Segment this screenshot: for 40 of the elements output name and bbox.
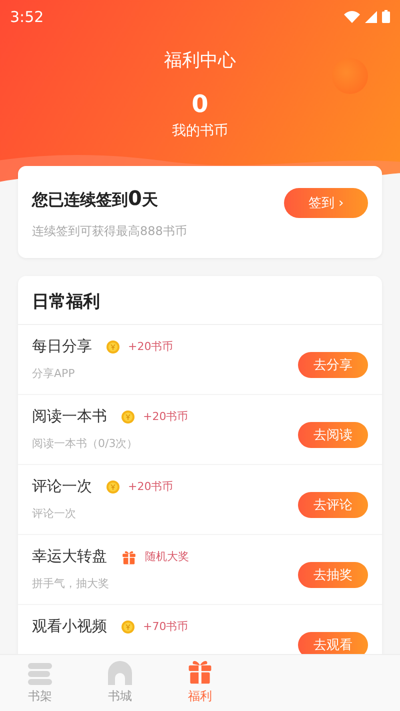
coin-icon (106, 480, 120, 494)
task-reward: +20书币 (143, 409, 188, 424)
coin-label: 我的书币 (172, 122, 228, 140)
page-title: 福利中心 (164, 49, 236, 72)
coin-balance: 0 (192, 90, 208, 118)
task-button[interactable]: 去阅读 (298, 422, 368, 448)
coin-icon (121, 410, 135, 424)
task-description: 阅读一本书（0/3次） (32, 436, 139, 451)
task-button[interactable]: 去评论 (298, 492, 368, 518)
status-time: 3:52 (10, 8, 44, 26)
coin-icon (106, 340, 120, 354)
signal-icon (365, 10, 377, 22)
task-button[interactable]: 去抽奖 (298, 562, 368, 588)
battery-icon (382, 10, 390, 23)
arch-icon (108, 661, 132, 685)
task-title: 阅读一本书 (32, 407, 107, 426)
task-reward: +70书币 (143, 619, 188, 634)
section-title: 日常福利 (18, 276, 382, 325)
task-reward: 随机大奖 (145, 549, 189, 564)
task-title: 每日分享 (32, 337, 92, 356)
task-title: 观看小视频 (32, 617, 107, 636)
checkin-streak: 您已连续签到0天 (32, 186, 159, 211)
task-button[interactable]: 去观看 (298, 632, 368, 654)
task-title: 评论一次 (32, 477, 92, 496)
task-title: 幸运大转盘 (32, 547, 107, 566)
wifi-icon (344, 10, 360, 22)
task-reward: +20书币 (128, 339, 174, 354)
task-button[interactable]: 去分享 (298, 352, 368, 378)
nav-tab[interactable]: 福利 (160, 655, 240, 711)
coin-icon (121, 620, 135, 634)
gift-icon (121, 548, 137, 564)
checkin-hint: 连续签到可获得最高888书币 (32, 223, 187, 240)
checkin-button[interactable]: 签到 › (284, 188, 368, 218)
task-reward: +20书币 (128, 479, 174, 494)
nav-tab[interactable]: 书架 (0, 655, 80, 711)
task-description: 拼手气，抽大奖 (32, 576, 110, 591)
books-icon (28, 663, 52, 685)
task-description: 分享APP (32, 366, 76, 381)
nav-tab[interactable]: 书城 (80, 655, 160, 711)
task-description: 评论一次 (32, 506, 77, 521)
